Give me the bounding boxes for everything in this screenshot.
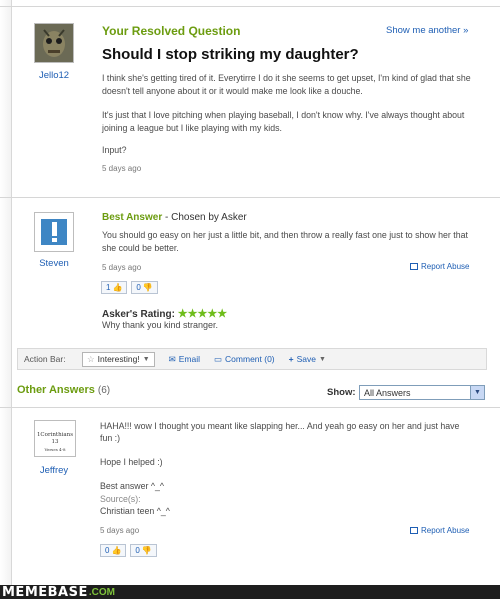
source-text: Christian teen ^_^ (100, 506, 170, 516)
thumbs-down-icon: 👎 (141, 546, 152, 555)
thumbs-up-icon: 👍 (111, 546, 122, 555)
thumbs-up-button[interactable]: 1 👍 (101, 281, 128, 294)
answer-filter-value: All Answers (364, 387, 411, 398)
rating-stars-icon: ★★★★★ (177, 308, 228, 320)
asker-rating-label: Asker's Rating: (102, 309, 175, 320)
avatar-verse-text: 1Corinthians 13 Verses 4-8 (36, 432, 74, 452)
envelope-icon: ✉ (168, 353, 176, 364)
flag-icon (410, 527, 418, 534)
action-bar: Action Bar: ☆ Interesting! ▼ ✉ Email ▭ C… (17, 348, 487, 370)
asker-rating-comment: Why thank you kind stranger. (102, 320, 219, 330)
best-answer-votes: 1 👍 0 👎 (101, 281, 158, 294)
answer-line-2: Hope I helped :) (100, 457, 163, 467)
question-timestamp: 5 days ago (102, 164, 142, 173)
answer-report-abuse[interactable]: Report Abuse (410, 526, 469, 535)
resolved-question-heading: Your Resolved Question (102, 24, 241, 38)
email-label: Email (178, 354, 201, 364)
avatar-steven[interactable] (34, 212, 74, 252)
answer-line-1: HAHA!!! wow I thought you meant like sla… (100, 421, 460, 443)
avatar-jello12[interactable] (34, 23, 74, 63)
question-body-paragraph-3: Input? (102, 145, 127, 155)
question-title: Should I stop striking my daughter? (102, 46, 359, 63)
memebase-logo: MEMEBASE (2, 584, 88, 599)
exclamation-avatar-icon (35, 213, 73, 251)
memebase-dotcom: .COM (88, 586, 115, 598)
answer-filter-select[interactable]: All Answers ▼ (359, 385, 485, 400)
flag-icon (410, 263, 418, 270)
avatar-image-icon (35, 24, 73, 62)
best-answer-label: Best Answer (102, 212, 163, 223)
best-answerer-name[interactable]: Steven (28, 258, 80, 269)
best-answer-report-abuse[interactable]: Report Abuse (410, 262, 469, 271)
other-answers-heading: Other Answers (6) (17, 384, 110, 396)
thumbs-down-count: 0 (136, 283, 141, 292)
chosen-by-asker-label: - Chosen by Asker (165, 212, 247, 223)
email-button[interactable]: ✉ Email (169, 354, 200, 365)
thumbs-up-count: 1 (106, 283, 111, 292)
show-me-another-link[interactable]: Show me another » (386, 25, 468, 36)
chevron-down-icon: ▼ (470, 386, 484, 399)
other-answers-count: (6) (97, 385, 111, 396)
action-bar-label: Action Bar: (24, 354, 66, 364)
show-filter-label: Show: (327, 387, 356, 398)
answer-timestamp: 5 days ago (100, 526, 140, 535)
save-button[interactable]: + Save ▼ (289, 354, 326, 364)
asker-name[interactable]: Jello12 (28, 70, 80, 81)
interesting-label: Interesting! (97, 354, 140, 364)
comment-label: Comment (0) (225, 354, 275, 364)
best-answer-heading: Best Answer - Chosen by Asker (102, 212, 247, 223)
chevron-down-icon: ▼ (142, 355, 150, 363)
answerer-name[interactable]: Jeffrey (28, 465, 80, 476)
other-answers-divider (0, 407, 500, 408)
answer-line-3: Best answer ^_^ (100, 481, 164, 491)
best-answer-timestamp: 5 days ago (102, 263, 142, 272)
top-divider (0, 6, 500, 7)
interesting-button[interactable]: ☆ Interesting! ▼ (82, 351, 155, 367)
best-answer-text: You should go easy on her just a little … (102, 230, 468, 253)
save-label: Save (296, 354, 316, 364)
asker-rating: Asker's Rating: ★★★★★ (102, 307, 227, 320)
thumbs-up-icon: 👍 (112, 283, 123, 292)
thumbs-down-button[interactable]: 0 👎 (131, 281, 158, 294)
report-abuse-label: Report Abuse (421, 262, 470, 271)
report-abuse-label: Report Abuse (421, 526, 470, 535)
star-icon: ☆ (87, 353, 95, 364)
question-divider (0, 197, 500, 198)
thumbs-up-button[interactable]: 0 👍 (100, 544, 127, 557)
sources-label: Source(s): (100, 494, 141, 504)
comment-bubble-icon: ▭ (214, 353, 223, 364)
chevron-down-icon: ▼ (318, 355, 326, 363)
thumbs-down-count: 0 (135, 546, 140, 555)
answer-votes: 0 👍 0 👎 (100, 544, 157, 557)
thumbs-down-button[interactable]: 0 👎 (130, 544, 157, 557)
thumbs-up-count: 0 (105, 546, 110, 555)
left-border (11, 0, 12, 585)
comment-button[interactable]: ▭ Comment (0) (214, 354, 275, 365)
question-body-paragraph-2: It's just that I love pitching when play… (102, 110, 465, 133)
memebase-footer: MEMEBASE .COM (0, 585, 500, 599)
question-body-paragraph-1: I think she's getting tired of it. Every… (102, 73, 471, 96)
thumbs-down-icon: 👎 (142, 283, 153, 292)
avatar-jeffrey[interactable]: 1Corinthians 13 Verses 4-8 (34, 420, 76, 457)
other-answers-label: Other Answers (17, 384, 95, 396)
plus-icon: + (288, 354, 294, 364)
